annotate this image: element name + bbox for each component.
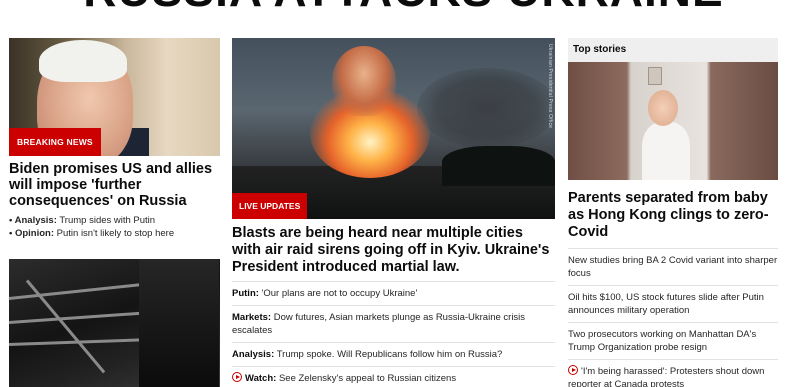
top-story-text: New studies bring BA 2 Covid variant int…: [568, 255, 778, 279]
photo-body-shape: [642, 122, 690, 180]
baby-photo[interactable]: [568, 62, 778, 180]
top-story-item[interactable]: New studies bring BA 2 Covid variant int…: [568, 248, 778, 285]
main-story-headline[interactable]: Blasts are being heard near multiple cit…: [232, 225, 555, 276]
main-story-links: Putin: 'Our plans are not to occupy Ukra…: [232, 281, 555, 387]
related-link-label: Opinion:: [14, 228, 55, 239]
related-link-text: Putin isn't likely to stop here: [56, 228, 175, 239]
biden-photo[interactable]: BREAKING NEWS: [9, 38, 220, 156]
top-story-text: Oil hits $100, US stock futures slide af…: [568, 292, 764, 316]
related-link-opinion[interactable]: • Opinion: Putin isn't likely to stop he…: [9, 227, 220, 240]
top-stories-title: Top stories: [568, 38, 778, 62]
breaking-news-badge: BREAKING NEWS: [9, 128, 101, 156]
main-link-label: Watch:: [245, 373, 277, 384]
main-link-putin[interactable]: Putin: 'Our plans are not to occupy Ukra…: [232, 281, 555, 305]
lead-story-headline[interactable]: Biden promises US and allies will impose…: [9, 161, 220, 209]
banner-headline[interactable]: RUSSIA ATTACKS UKRAINE: [0, 0, 807, 10]
top-stories-list: New studies bring BA 2 Covid variant int…: [568, 248, 778, 387]
related-link-label: Analysis:: [14, 215, 57, 226]
photo-smoke-shape: [417, 68, 555, 148]
main-link-text: Dow futures, Asian markets plunge as Rus…: [232, 312, 526, 336]
play-icon: [568, 365, 578, 375]
left-column: BREAKING NEWS Biden promises US and alli…: [9, 38, 220, 240]
center-column: Ukrainian Presidential Press Office LIVE…: [232, 38, 555, 387]
main-link-watch[interactable]: Watch: See Zelensky's appeal to Russian …: [232, 366, 555, 387]
photo-figure-shape: [139, 259, 219, 387]
top-story-item[interactable]: Oil hits $100, US stock futures slide af…: [568, 285, 778, 322]
related-link-text: Trump sides with Putin: [59, 215, 156, 226]
photo-trees-shape: [442, 146, 555, 186]
photo-head-shape: [648, 90, 678, 126]
main-link-label: Markets:: [232, 312, 272, 323]
main-link-text: Trump spoke. Will Republicans follow him…: [276, 349, 503, 360]
main-link-text: See Zelensky's appeal to Russian citizen…: [278, 373, 457, 384]
top-story-text: 'I'm being harassed': Protesters shout d…: [568, 366, 765, 387]
top-story-item[interactable]: Two prosecutors working on Manhattan DA'…: [568, 322, 778, 359]
photo-hair-shape: [39, 40, 127, 82]
play-icon: [232, 372, 242, 382]
explosion-photo[interactable]: Ukrainian Presidential Press Office LIVE…: [232, 38, 555, 219]
right-column: Top stories Parents separated from baby …: [568, 38, 778, 387]
live-updates-badge: LIVE UPDATES: [232, 193, 308, 219]
main-link-label: Analysis:: [232, 349, 275, 360]
photo-rail-shape: [9, 310, 159, 324]
photo-frame-shape: [648, 67, 662, 85]
top-story-text: Two prosecutors working on Manhattan DA'…: [568, 329, 757, 353]
top-story-headline[interactable]: Parents separated from baby as Hong Kong…: [568, 190, 778, 241]
main-link-markets[interactable]: Markets: Dow futures, Asian markets plun…: [232, 305, 555, 342]
top-story-item[interactable]: 'I'm being harassed': Protesters shout d…: [568, 359, 778, 387]
related-links: • Analysis: Trump sides with Putin • Opi…: [9, 214, 220, 240]
related-link-analysis[interactable]: • Analysis: Trump sides with Putin: [9, 214, 220, 227]
photo-blast-cloud: [332, 46, 396, 116]
main-link-label: Putin:: [232, 288, 259, 299]
main-link-analysis[interactable]: Analysis: Trump spoke. Will Republicans …: [232, 342, 555, 366]
night-scene-photo[interactable]: [9, 259, 220, 387]
photo-credit: Ukrainian Presidential Press Office: [547, 44, 553, 129]
main-link-text: 'Our plans are not to occupy Ukraine': [261, 288, 418, 299]
